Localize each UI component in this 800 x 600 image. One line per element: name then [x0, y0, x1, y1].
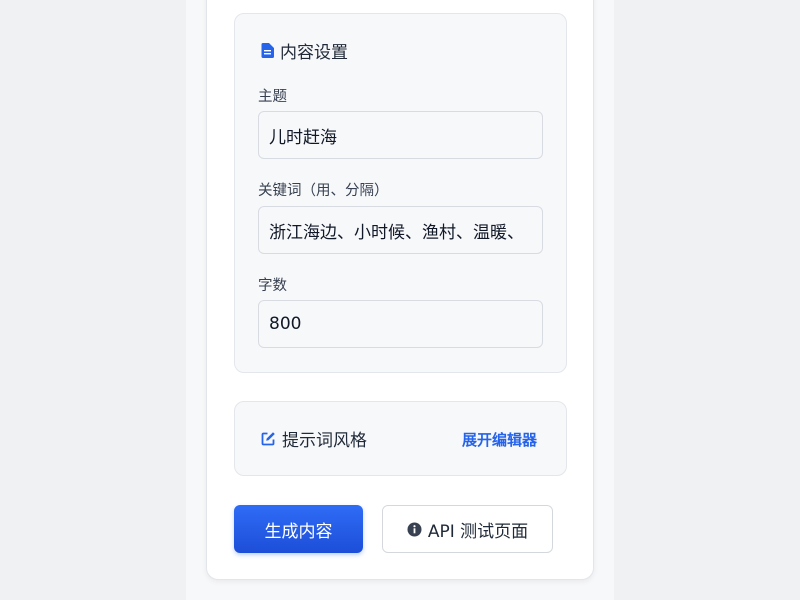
topic-input[interactable]	[258, 111, 543, 159]
edit-icon	[261, 431, 276, 446]
content-settings-title: 内容设置	[280, 42, 348, 63]
prompt-style-title: 提示词风格	[282, 430, 367, 451]
generate-content-button[interactable]: 生成内容	[234, 505, 363, 553]
content-settings-heading: 内容设置	[261, 39, 348, 63]
topic-label: 主题	[258, 89, 287, 105]
generate-content-label: 生成内容	[264, 521, 333, 542]
keywords-input[interactable]	[258, 206, 543, 254]
word-count-input[interactable]	[258, 300, 543, 348]
keywords-label: 关键词（用、分隔）	[258, 183, 389, 199]
api-test-page-button[interactable]: API 测试页面	[382, 505, 553, 553]
expand-editor-link[interactable]: 展开编辑器	[462, 429, 537, 450]
document-icon	[261, 42, 274, 58]
word-count-label: 字数	[258, 278, 287, 294]
info-icon	[407, 522, 422, 537]
api-test-page-label: API 测试页面	[427, 521, 529, 542]
prompt-style-heading: 提示词风格	[261, 427, 367, 451]
